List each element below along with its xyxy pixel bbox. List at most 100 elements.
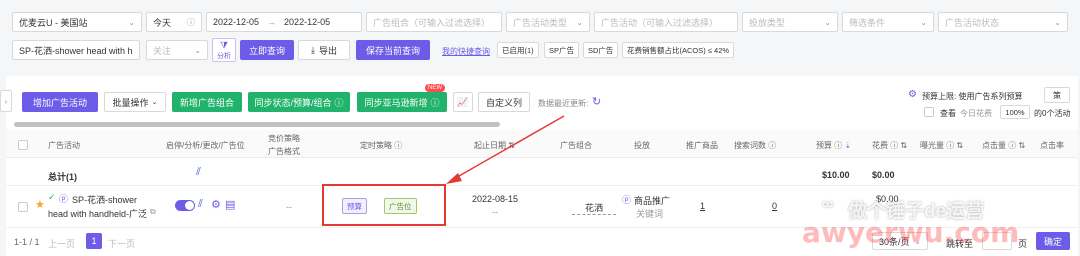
targeting-type-select[interactable]: 投放类型 ⌄ [742,12,838,32]
info-icon: ⓘ [334,97,344,108]
annotation-arrow [446,115,565,184]
ad-group-select[interactable]: 广告组合（可输入过滤选择） [366,12,502,32]
campaign-type-select[interactable]: 广告活动类型 ⌄ [506,12,590,32]
save-query-button[interactable]: 保存当前查询 [356,40,430,60]
download-icon: ⤓ [311,44,315,55]
date-start: 2022-12-05 [213,17,260,27]
status-ok-icon: ✓ [48,192,56,202]
select-all-checkbox[interactable] [18,140,28,150]
chevron-down-icon: ⌄ [194,45,201,55]
next-page-button[interactable]: 下一页 [108,237,135,250]
sort-icon: ⇅ [900,141,908,150]
copy-icon[interactable]: ⧉ [150,207,156,217]
chart-toggle-button[interactable]: 📈 [453,92,473,112]
ad-group-value[interactable]: 花洒 [572,201,616,215]
page-1-button[interactable]: 1 [86,233,102,249]
line-chart-icon: 📈 [457,96,469,107]
search-terms-count[interactable]: 0 [772,201,777,211]
follow-select[interactable]: 关注 ⌄ [146,40,208,60]
filter-condition-placeholder: 筛选条件 [849,17,886,28]
targeting-line1: 商品推广 [634,196,671,206]
info-icon: ⓘ [394,141,403,150]
percent-input[interactable]: 100% [1000,105,1030,119]
info-icon: ⓘ [1008,141,1017,150]
refresh-icon[interactable]: ↻ [592,95,601,108]
header-spend[interactable]: 花费 ⓘ ⇅ [872,140,907,151]
sync-budget-button[interactable]: 同步状态/预算/组合 ⓘ [248,92,350,112]
timing-tag-budget[interactable]: 预算 [342,198,367,214]
timing-tag-placement[interactable]: 广告位 [384,198,417,214]
promoted-count[interactable]: 1 [700,201,705,211]
sort-icon: ⇅ [956,141,964,150]
total-label: 总计(1) [48,172,77,182]
horizontal-scrollbar[interactable] [14,122,500,127]
store-select[interactable]: 优麦云U - 美国站 ⌄ [12,12,142,32]
chevron-down-icon: ⌄ [151,99,158,106]
page-unit-label: 页 [1018,239,1028,249]
header-timing: 定时策略 ⓘ [360,140,402,151]
confirm-button[interactable]: 确定 [1036,232,1070,250]
quick-tag-acos[interactable]: 花费销售额占比(ACOS) ≤ 42% [622,42,735,58]
budget-cap-label: 预算上限: 使用广告系列预算 [922,92,1023,101]
quick-tag-sp[interactable]: SP广告 [544,42,580,58]
date-range-picker[interactable]: 2022-12-05 → 2022-12-05 [206,12,362,32]
total-budget: $10.00 [822,170,850,180]
export-button[interactable]: ⤓ 导出 [298,40,350,60]
date-start-value: 2022-08-15 [472,194,519,204]
campaign-type-placeholder: 广告活动类型 [513,17,568,28]
custom-columns-button[interactable]: 自定义列 [478,92,530,112]
row-checkbox[interactable] [18,202,28,212]
header-ctr[interactable]: 点击率 [1040,140,1064,151]
today-spend-label: 今日花费 [960,109,992,118]
campaign-name-line1[interactable]: SP-花洒-shower [72,193,137,206]
add-campaign-button[interactable]: 增加广告活动 [22,92,98,112]
header-targeting: 投放 [634,141,650,150]
campaign-status-placeholder: 广告活动状态 [945,17,1000,28]
campaign-name-line2[interactable]: head with handheld-广泛 [48,207,147,220]
analysis-icon[interactable]: ⫽ [198,198,203,211]
campaign-placeholder: 广告活动（可输入过滤选择） [601,17,719,28]
export-label: 导出 [318,45,337,56]
prev-page-button[interactable]: 上一页 [48,237,75,250]
query-button[interactable]: 立即查询 [240,40,294,60]
page-info: 1-1 / 1 [14,237,40,247]
campaign-status-select[interactable]: 广告活动状态 ⌄ [938,12,1068,32]
header-promoted: 推广商品 [686,141,718,150]
enable-toggle[interactable] [175,200,195,211]
header-budget-label: 预算 [816,141,832,150]
info-icon: ⓘ [890,141,899,150]
watermark-line2: awyerwu.com [802,216,1020,249]
header-timing-label: 定时策略 [360,141,392,150]
filter-condition-select[interactable]: 筛选条件 ⌄ [842,12,934,32]
date-preset-select[interactable]: 今天 ⓘ [146,12,202,32]
header-ad-format: 广告格式 [268,147,300,156]
star-icon[interactable]: ★ [35,198,45,211]
view-checkbox[interactable] [924,107,934,117]
chevron-down-icon: ⌄ [576,17,583,27]
sync-amazon-button[interactable]: 同步亚马逊新增 ⓘ [357,92,447,112]
new-ad-group-button[interactable]: 新增广告组合 [172,92,242,112]
header-campaign[interactable]: 广告活动 [48,140,80,151]
collapse-sidebar-button[interactable]: › [0,90,12,112]
quick-tag-enabled[interactable]: 已启用(1) [497,42,539,58]
total-analysis-icon[interactable]: ⫽ [196,166,201,179]
header-spend-label: 花费 [872,141,888,150]
my-quick-query-link[interactable]: 我的快捷查询 [442,46,490,57]
gear-icon[interactable]: ⚙ [211,198,221,211]
campaign-select[interactable]: 广告活动（可输入过滤选择） [594,12,738,32]
sync-budget-label: 同步状态/预算/组合 [254,97,332,108]
document-icon[interactable]: ▤ [225,198,235,211]
header-clicks[interactable]: 点击量 ⓘ ⇅ [982,140,1025,151]
ad-group-placeholder: 广告组合（可输入过滤选择） [373,17,491,28]
header-search-terms: 搜索词数 ⓘ [734,140,776,151]
batch-operations-dropdown[interactable]: 批量操作 ⌄ [104,92,166,112]
keyword-input[interactable]: SP-花洒-shower head with h [12,40,140,60]
header-impressions[interactable]: 曝光量 ⓘ ⇅ [920,140,963,151]
strategy-button[interactable]: 策 [1044,87,1070,103]
analysis-button[interactable]: ⧩ 分析 [212,38,236,62]
keyword-value: SP-花洒-shower head with h [19,45,133,56]
quick-tag-sd[interactable]: SD广告 [583,42,619,58]
gear-icon[interactable]: ⚙ [908,89,917,100]
header-budget[interactable]: 预算 ⓘ ⇣ [816,140,851,151]
percent-value: 100% [1005,107,1025,117]
